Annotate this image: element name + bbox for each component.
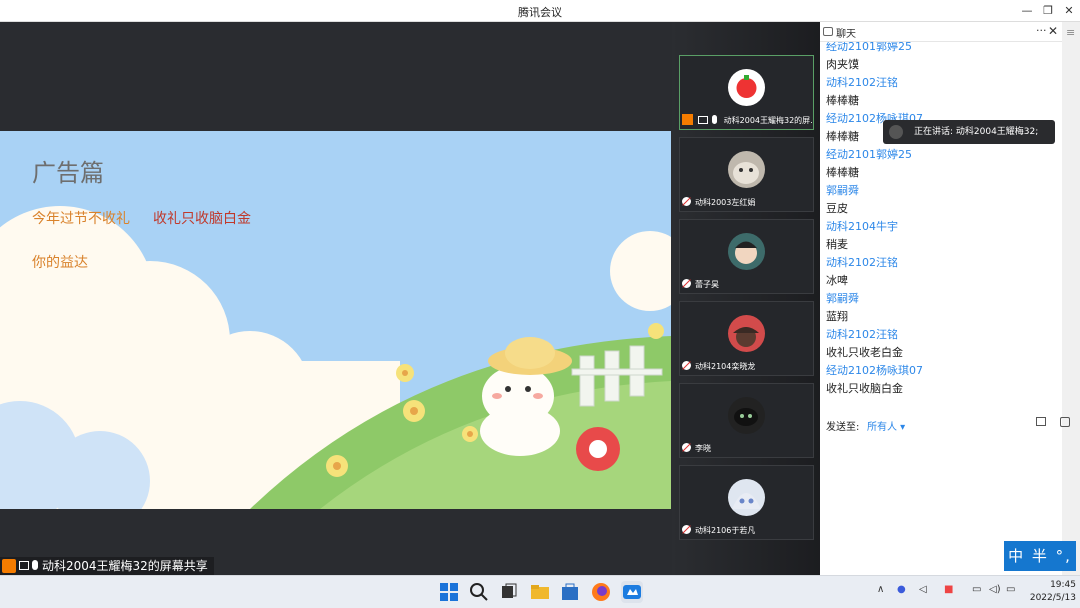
chat-close-button[interactable]: ✕ — [1048, 24, 1058, 38]
mic-muted-icon — [682, 279, 691, 288]
host-person-icon — [682, 114, 693, 125]
tray-overflow-icon[interactable]: ∧ — [877, 584, 884, 595]
chat-message-text: 肉夹馍 — [826, 58, 859, 71]
taskbar: ∧ ● ◁ ■ ▭ ◁) ▭ 19:45 2022/5/13 — [0, 575, 1080, 608]
participant-video-strip: 动科2004王耀梅32的屏... 动科2003左红娟 蕾子昊 动科2104栾晓龙… — [672, 22, 820, 575]
file-explorer-icon[interactable] — [529, 581, 551, 603]
chat-sender-name[interactable]: 经动2101郭婷25 — [826, 146, 912, 162]
chat-sender-name[interactable]: 经动2101郭婷25 — [826, 42, 912, 54]
chat-message-text: 棒棒糖 — [826, 94, 859, 107]
screenshot-icon[interactable] — [1060, 417, 1070, 427]
participant-tile[interactable]: 动科2003左红娟 — [679, 137, 814, 212]
participant-tile[interactable]: 动科2104栾晓龙 — [679, 301, 814, 376]
mic-tray-icon[interactable]: ● — [897, 584, 906, 595]
chat-sender-name[interactable]: 经动2102杨咏琪07 — [826, 362, 923, 378]
speaking-text: 正在讲话: 动科2004王耀梅32; — [914, 127, 1039, 137]
avatar — [728, 233, 765, 270]
speaker-avatar — [889, 125, 903, 139]
minimize-button[interactable]: — — [1016, 3, 1038, 19]
sogou-tray-icon[interactable]: ■ — [944, 584, 953, 595]
share-status-bar[interactable]: 动科2004王耀梅32的屏幕共享 — [0, 557, 214, 575]
participant-tile[interactable]: 动科2106于若凡 — [679, 465, 814, 540]
start-button[interactable] — [438, 581, 460, 603]
participant-name: 蕾子昊 — [695, 280, 719, 289]
chat-panel: 聊天 ··· ✕ 经动2101郭婷25 肉夹馍动科2102汪铭 棒棒糖经动2102杨… — [820, 22, 1080, 575]
screen-share-icon — [697, 116, 708, 124]
chat-sender-name[interactable]: 动科2102汪铭 — [826, 74, 898, 90]
chat-header: 聊天 ··· ✕ — [820, 22, 1080, 42]
ime-tray-icon[interactable]: ◁ — [919, 584, 927, 595]
clock-time: 19:45 — [1050, 580, 1076, 590]
search-icon[interactable] — [468, 581, 490, 603]
speaking-indicator: 正在讲话: 动科2004王耀梅32; — [883, 120, 1055, 144]
chat-message-list[interactable]: 经动2101郭婷25 肉夹馍 动科2102汪铭 棒棒糖 经动2102杨咏琪07 棒棒糖 经动… — [820, 42, 1062, 422]
chat-side-rail: ≡ — [1062, 22, 1080, 575]
file-send-icon[interactable] — [1036, 417, 1046, 426]
mic-muted-icon — [682, 197, 691, 206]
send-to-label: 发送至: — [826, 422, 860, 433]
participant-tile[interactable]: 李晓 — [679, 383, 814, 458]
mic-icon — [32, 560, 38, 570]
clock[interactable]: 19:45 2022/5/13 — [1020, 579, 1076, 605]
chat-message-text: 棒棒糖 — [826, 130, 859, 143]
avatar — [728, 315, 765, 352]
participant-name: 李晓 — [695, 444, 711, 453]
participant-tile[interactable]: 蕾子昊 — [679, 219, 814, 294]
volume-icon[interactable]: ◁) — [989, 584, 1001, 595]
chat-sender-name[interactable]: 郭嗣舜 — [826, 290, 859, 306]
slide-line-2: 你的益达 — [32, 255, 88, 271]
title-bar: 腾讯会议 — ❐ ✕ — [0, 0, 1080, 22]
share-status-text: 动科2004王耀梅32的屏幕共享 — [42, 559, 208, 573]
slide-title: 广告篇 — [32, 159, 104, 187]
chat-sender-name[interactable]: 动科2102汪铭 — [826, 254, 898, 270]
chat-message-text: 豆皮 — [826, 202, 848, 215]
screen-share-area: 广告篇 今年过节不收礼 收礼只收脑白金 你的益达 — [0, 22, 672, 575]
participant-name: 动科2104栾晓龙 — [695, 362, 756, 371]
chat-message-text: 收礼只收脑白金 — [826, 382, 903, 395]
firefox-icon[interactable] — [590, 581, 612, 603]
mic-muted-icon — [682, 361, 691, 370]
menu-icon[interactable]: ≡ — [1066, 26, 1075, 39]
participant-name: 动科2106于若凡 — [695, 526, 756, 535]
restore-button[interactable]: ❐ — [1037, 3, 1059, 19]
chat-message-text: 蓝翔 — [826, 310, 848, 323]
chat-sender-name[interactable]: 郭嗣舜 — [826, 182, 859, 198]
chat-message-text: 收礼只收老白金 — [826, 346, 903, 359]
chat-sender-name[interactable]: 动科2104牛宇 — [826, 218, 898, 234]
participant-name: 动科2003左红娟 — [695, 198, 756, 207]
mic-icon — [712, 115, 718, 124]
chat-message-text: 棒棒糖 — [826, 166, 859, 179]
window-close-button[interactable]: ✕ — [1058, 3, 1080, 19]
screen-share-icon — [19, 561, 29, 570]
slide-line-1a: 今年过节不收礼 — [32, 211, 130, 227]
avatar — [728, 397, 765, 434]
avatar — [728, 479, 765, 516]
chat-title: 聊天 — [836, 29, 856, 40]
chat-icon — [823, 27, 833, 36]
chat-message-text: 冰啤 — [826, 274, 848, 287]
host-person-icon — [2, 559, 16, 573]
store-icon[interactable] — [559, 581, 581, 603]
mic-muted-icon — [682, 525, 691, 534]
mic-muted-icon — [682, 443, 691, 452]
task-view-icon[interactable] — [498, 581, 520, 603]
shared-slide: 广告篇 今年过节不收礼 收礼只收脑白金 你的益达 — [0, 131, 671, 509]
chat-sender-name[interactable]: 动科2102汪铭 — [826, 326, 898, 342]
battery-icon[interactable]: ▭ — [1006, 584, 1015, 595]
avatar — [728, 151, 765, 188]
participant-name: 动科2004王耀梅32的屏... — [723, 116, 812, 125]
tencent-meeting-icon[interactable] — [621, 581, 643, 603]
participant-tile[interactable]: 动科2004王耀梅32的屏... — [679, 55, 814, 130]
send-to-dropdown[interactable]: 所有人 ▾ — [867, 418, 905, 433]
chat-message-text: 稍麦 — [826, 238, 848, 251]
slide-line-1b: 收礼只收脑白金 — [153, 211, 251, 227]
avatar — [728, 69, 765, 106]
window-title: 腾讯会议 — [518, 6, 562, 19]
more-options-button[interactable]: ··· — [1036, 24, 1047, 37]
ime-indicator[interactable]: 中 半 °, — [1004, 541, 1076, 571]
clock-date: 2022/5/13 — [1029, 593, 1076, 603]
network-icon[interactable]: ▭ — [972, 584, 981, 595]
